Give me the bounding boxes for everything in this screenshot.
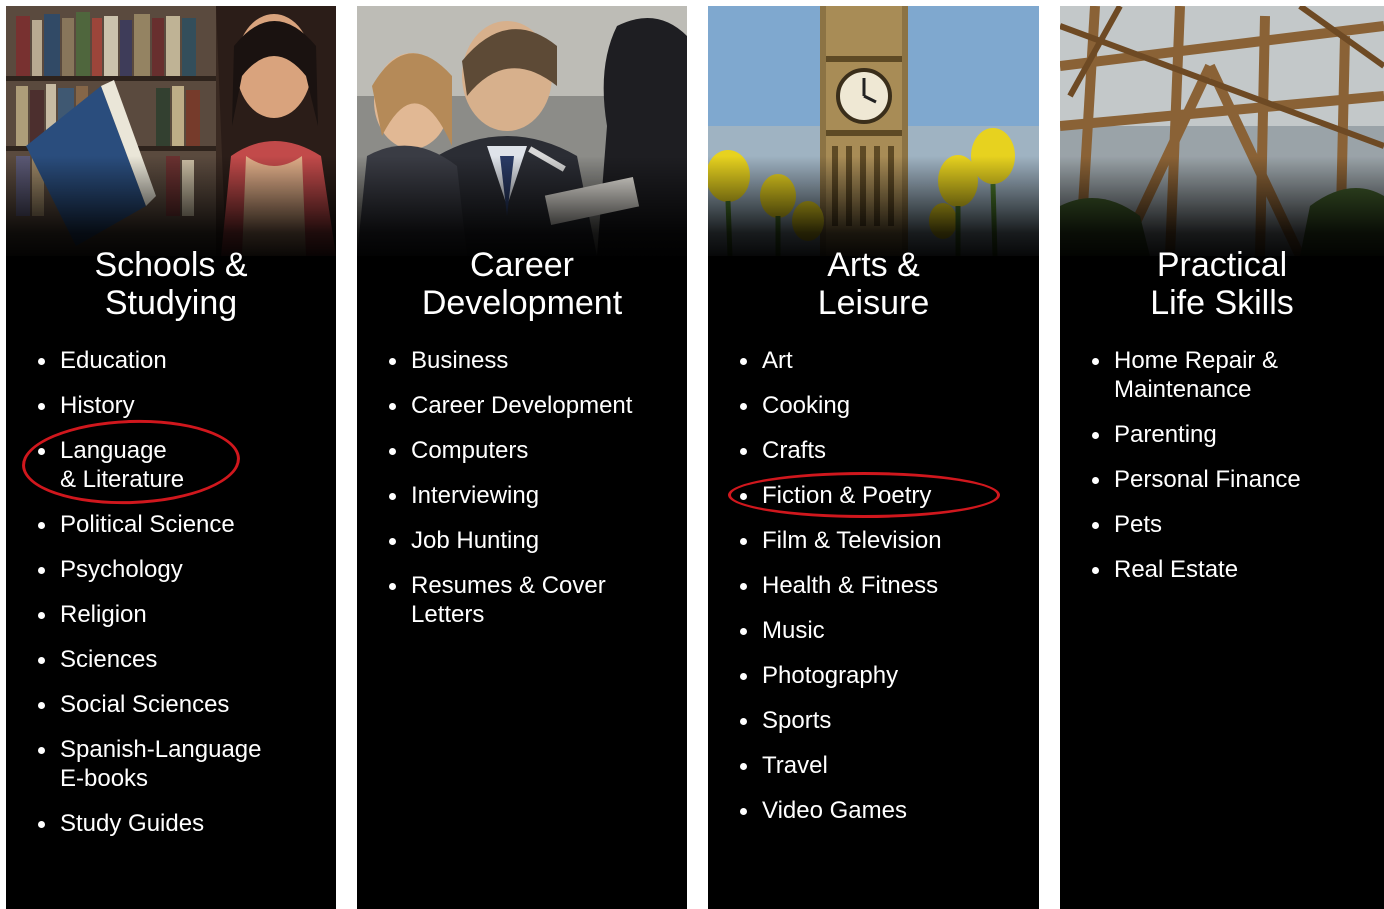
category-link-computers[interactable]: Computers — [387, 436, 679, 465]
category-link-political-science[interactable]: Political Science — [36, 510, 328, 539]
column-heading: Practical Life Skills — [1150, 246, 1294, 322]
category-panel-schools-studying: Schools & Studying Education History Lan… — [6, 6, 336, 909]
category-panel-career-development: Career Development Business Career Devel… — [357, 6, 687, 909]
category-list: Business Career Development Computers In… — [387, 346, 679, 645]
category-link-music[interactable]: Music — [738, 616, 1031, 645]
category-link-film-television[interactable]: Film & Television — [738, 526, 1031, 555]
category-list: Art Cooking Crafts Fiction & Poetry Film… — [738, 346, 1031, 841]
category-link-cooking[interactable]: Cooking — [738, 391, 1031, 420]
category-link-sciences[interactable]: Sciences — [36, 645, 328, 674]
category-link-personal-finance[interactable]: Personal Finance — [1090, 465, 1376, 494]
category-list: Home Repair & Maintenance Parenting Pers… — [1090, 346, 1376, 600]
category-panel-practical-life-skills: Practical Life Skills Home Repair & Main… — [1060, 6, 1384, 909]
category-link-social-sciences[interactable]: Social Sciences — [36, 690, 328, 719]
category-link-interviewing[interactable]: Interviewing — [387, 481, 679, 510]
column-heading: Arts & Leisure — [817, 246, 930, 322]
category-link-religion[interactable]: Religion — [36, 600, 328, 629]
category-link-photography[interactable]: Photography — [738, 661, 1031, 690]
category-link-language-literature[interactable]: Language & Literature — [36, 436, 328, 494]
category-link-study-guides[interactable]: Study Guides — [36, 809, 328, 838]
category-panel-arts-leisure: Arts & Leisure Art Cooking Crafts Fictio… — [708, 6, 1039, 909]
category-link-parenting[interactable]: Parenting — [1090, 420, 1376, 449]
category-link-spanish-language-ebooks[interactable]: Spanish-Language E-books — [36, 735, 328, 793]
category-link-art[interactable]: Art — [738, 346, 1031, 375]
category-link-home-repair-maintenance[interactable]: Home Repair & Maintenance — [1090, 346, 1376, 404]
column-heading: Schools & Studying — [94, 246, 248, 322]
category-link-psychology[interactable]: Psychology — [36, 555, 328, 584]
category-link-sports[interactable]: Sports — [738, 706, 1031, 735]
column-heading: Career Development — [421, 246, 623, 322]
category-link-education[interactable]: Education — [36, 346, 328, 375]
category-link-resumes-cover-letters[interactable]: Resumes & Cover Letters — [387, 571, 679, 629]
category-link-career-development[interactable]: Career Development — [387, 391, 679, 420]
category-link-pets[interactable]: Pets — [1090, 510, 1376, 539]
category-link-job-hunting[interactable]: Job Hunting — [387, 526, 679, 555]
category-link-health-fitness[interactable]: Health & Fitness — [738, 571, 1031, 600]
category-link-fiction-poetry[interactable]: Fiction & Poetry — [738, 481, 1031, 510]
category-link-real-estate[interactable]: Real Estate — [1090, 555, 1376, 584]
category-list: Education History Language & Literature … — [36, 346, 328, 854]
category-link-travel[interactable]: Travel — [738, 751, 1031, 780]
category-link-video-games[interactable]: Video Games — [738, 796, 1031, 825]
category-link-history[interactable]: History — [36, 391, 328, 420]
category-link-crafts[interactable]: Crafts — [738, 436, 1031, 465]
category-link-business[interactable]: Business — [387, 346, 679, 375]
